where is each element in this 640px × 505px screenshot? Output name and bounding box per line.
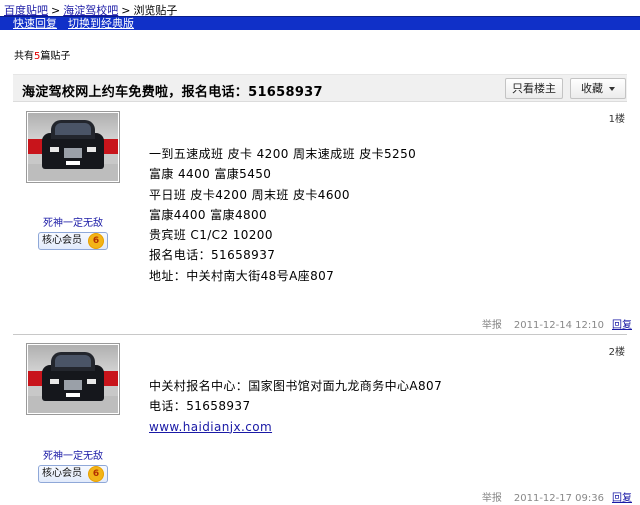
favorite-button[interactable]: 收藏 [570, 78, 626, 99]
post-count: 共有5篇贴子 [14, 51, 71, 62]
floor-number: 2楼 [608, 347, 625, 358]
post-content: 一到五速成班 皮卡 4200 周末速成班 皮卡5250 富康 4400 富康54… [149, 147, 417, 283]
reply-link[interactable]: 回复 [612, 320, 632, 331]
avatar[interactable] [26, 111, 120, 183]
member-badge[interactable]: 核心会员 6 [38, 232, 108, 250]
floor-number: 1楼 [608, 114, 625, 125]
report-link[interactable]: 举报 [482, 493, 502, 504]
favorite-label: 收藏 [581, 82, 603, 95]
website-link[interactable]: www.haidianjx.com [149, 420, 272, 434]
reply-link[interactable]: 回复 [612, 493, 632, 504]
post-footer: 举报 2011-12-17 09:36 回复 [482, 489, 632, 504]
username-link[interactable]: 死神一定无敌 [28, 447, 118, 462]
post-timestamp: 2011-12-17 09:36 [513, 493, 604, 504]
caret-down-icon [609, 87, 615, 91]
level-star-icon: 6 [89, 234, 103, 248]
thread-title: 海淀驾校网上约车免费啦，报名电话：51658937 [22, 85, 323, 100]
username-link[interactable]: 死神一定无敌 [28, 214, 118, 229]
only-author-button[interactable]: 只看楼主 [505, 78, 563, 99]
avatar[interactable] [26, 343, 120, 415]
car-photo [28, 113, 118, 181]
car-photo [28, 345, 118, 413]
switch-classic-link[interactable]: 切换到经典版 [68, 17, 134, 30]
post-content: 中关村报名中心：国家图书馆对面九龙商务中心A807 电话：51658937 ww… [149, 379, 443, 434]
toolbar: 快速回复 切换到经典版 [0, 16, 640, 30]
quick-reply-link[interactable]: 快速回复 [13, 17, 57, 30]
thread-title-bar: 海淀驾校网上约车免费啦，报名电话：51658937 只看楼主 收藏 [13, 74, 627, 102]
post-footer: 举报 2011-12-14 12:10 回复 [482, 316, 632, 331]
level-star-icon: 6 [89, 467, 103, 481]
post-timestamp: 2011-12-14 12:10 [513, 320, 604, 331]
post-divider [13, 334, 627, 335]
member-badge[interactable]: 核心会员 6 [38, 465, 108, 483]
report-link[interactable]: 举报 [482, 320, 502, 331]
